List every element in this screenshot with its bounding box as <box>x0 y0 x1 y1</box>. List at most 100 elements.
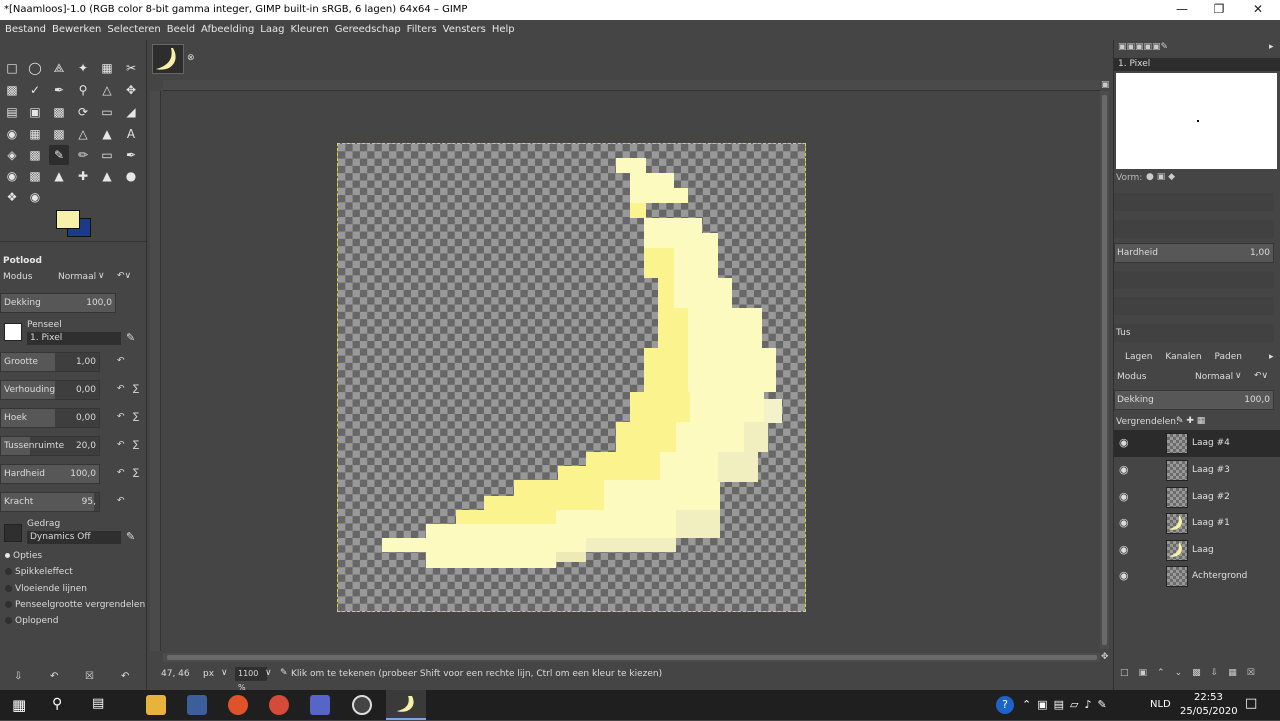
panel-menu-icon[interactable]: ▸ <box>1269 42 1274 52</box>
layers-panel-menu-icon[interactable]: ▸ <box>1269 352 1274 362</box>
app-icon[interactable] <box>228 695 248 715</box>
obs-icon[interactable] <box>352 695 372 715</box>
clone-icon[interactable]: ▲ <box>49 166 69 186</box>
visibility-eye-icon[interactable]: ◉ <box>1119 569 1133 583</box>
ellipse-select-icon[interactable]: ◯ <box>25 58 45 78</box>
visibility-eye-icon[interactable]: ◉ <box>1119 436 1133 450</box>
windows-start-icon[interactable]: ▦ <box>12 696 26 714</box>
link-spacing-icon[interactable]: ∑ <box>133 440 139 450</box>
visibility-eye-icon[interactable]: ◉ <box>1119 543 1133 557</box>
navigate-icon[interactable]: ✥ <box>1101 652 1109 662</box>
force-slider[interactable]: Kracht 95, <box>0 492 100 512</box>
menu-beeld[interactable]: Beeld <box>164 20 198 39</box>
bucket-fill-icon[interactable]: ▲ <box>97 124 117 144</box>
rotate-icon[interactable]: ⟳ <box>73 102 93 122</box>
menu-kleuren[interactable]: Kleuren <box>287 20 331 39</box>
brush-preview[interactable] <box>4 323 22 341</box>
visibility-eye-icon[interactable]: ◉ <box>1119 490 1133 504</box>
layer-row[interactable]: ◉ Laag #1 <box>1114 510 1280 537</box>
ratio-slider[interactable]: Verhouding 0,00 <box>0 380 100 400</box>
clock-date[interactable]: 25/05/2020 <box>1180 706 1238 717</box>
color-picker-icon[interactable]: ✒ <box>49 80 69 100</box>
mask-layer-icon[interactable]: ▦ <box>1228 668 1247 678</box>
reset-hardness-icon[interactable]: ↶ <box>117 468 125 478</box>
unified-transform-icon[interactable]: ▩ <box>49 102 69 122</box>
perspective-icon[interactable]: ◢ <box>121 102 141 122</box>
layer-row[interactable]: ◉ Achtergrond <box>1114 563 1280 590</box>
maximize-icon[interactable]: ❐ <box>1201 0 1237 20</box>
menu-bestand[interactable]: Bestand <box>2 20 49 39</box>
spacing-slider[interactable]: Tussenruimte 20,0 <box>0 436 100 456</box>
tray-icons[interactable]: ⌃▣▤▱♪✎ <box>1022 698 1113 711</box>
tab-paden[interactable]: Paden <box>1214 352 1242 362</box>
brush-name-field[interactable]: 1. Pixel <box>27 332 121 345</box>
chrome-icon[interactable] <box>269 695 289 715</box>
check-oplopend[interactable]: Oplopend <box>5 616 58 626</box>
tab-lagen[interactable]: Lagen <box>1125 352 1152 362</box>
task-view-icon[interactable]: ▤ <box>92 696 104 711</box>
link-angle-icon[interactable]: ∑ <box>133 412 139 422</box>
measure-icon[interactable]: △ <box>97 80 117 100</box>
delete-layer-icon[interactable]: ☒ <box>1247 668 1265 678</box>
paintbrush-icon[interactable]: ✏ <box>73 145 93 165</box>
save-options-icon[interactable]: ⇩ <box>14 671 22 682</box>
move-icon[interactable]: ✥ <box>121 80 141 100</box>
lower-layer-icon[interactable]: ⌄ <box>1175 668 1193 678</box>
size-slider[interactable]: Grootte 1,00 <box>0 352 100 372</box>
blur-icon[interactable]: ▲ <box>97 166 117 186</box>
zoom-icon[interactable]: ⚲ <box>73 80 93 100</box>
help-tray-icon[interactable]: ? <box>996 696 1014 714</box>
flip-icon[interactable]: △ <box>73 124 93 144</box>
edit-dynamics-icon[interactable]: ✎ <box>126 530 135 543</box>
link-hardness-icon[interactable]: ∑ <box>133 468 139 478</box>
new-layer-icon[interactable]: □ <box>1120 668 1139 678</box>
raise-layer-icon[interactable]: ⌃ <box>1157 668 1175 678</box>
unit-select[interactable]: px <box>203 669 214 679</box>
menu-vensters[interactable]: Vensters <box>440 20 489 39</box>
check-penseelgrootte[interactable]: Penseelgrootte vergrendelen <box>5 600 145 610</box>
smudge-icon[interactable]: ● <box>121 166 141 186</box>
layer-mode-reset-icon[interactable]: ↶∨ <box>1254 371 1268 381</box>
fuzzy-select-icon[interactable]: ✦ <box>73 58 93 78</box>
rect-select-icon[interactable]: □ <box>2 58 22 78</box>
anchor-layer-icon[interactable]: ⇩ <box>1211 668 1229 678</box>
gradient-icon[interactable]: ▩ <box>25 145 45 165</box>
visibility-eye-icon[interactable]: ◉ <box>1119 516 1133 530</box>
angle-slider[interactable]: Hoek 0,00 <box>0 408 100 428</box>
opacity-slider[interactable]: Dekking 100,0 <box>0 293 116 313</box>
menu-filters[interactable]: Filters <box>404 20 440 39</box>
reset-icon[interactable]: ↶∨ <box>117 271 131 281</box>
clock-time[interactable]: 22:53 <box>1194 692 1223 703</box>
tab-kanalen[interactable]: Kanalen <box>1165 352 1201 362</box>
layer-row[interactable]: ◉ Laag #2 <box>1114 484 1280 511</box>
zoom-select[interactable]: 1100 % <box>235 667 267 692</box>
check-opties[interactable]: Opties <box>5 551 42 561</box>
reset-force-icon[interactable]: ↶ <box>117 496 125 506</box>
hardness-slider[interactable]: Hardheid 100,0 <box>0 464 100 484</box>
crop-icon[interactable]: ▣ <box>25 102 45 122</box>
dynamics-preview[interactable] <box>4 524 22 542</box>
reset-ratio-icon[interactable]: ↶ <box>117 384 125 394</box>
cage-icon[interactable]: ▦ <box>25 124 45 144</box>
paths-icon[interactable]: ✓ <box>25 80 45 100</box>
dodge-icon[interactable]: ❖ <box>2 187 22 207</box>
foreground-select-icon[interactable]: ▩ <box>2 80 22 100</box>
layer-opacity-slider[interactable]: Dekking 100,0 <box>1114 390 1274 410</box>
menu-help[interactable]: Help <box>489 20 518 39</box>
horizontal-scrollbar[interactable] <box>163 653 1100 662</box>
eraser-icon[interactable]: ▭ <box>97 145 117 165</box>
store-icon[interactable] <box>187 695 207 715</box>
dynamics-field[interactable]: Dynamics Off <box>27 531 121 544</box>
airbrush-icon[interactable]: ✒ <box>121 145 141 165</box>
menu-bewerken[interactable]: Bewerken <box>49 20 104 39</box>
menu-selecteren[interactable]: Selecteren <box>104 20 163 39</box>
layer-row[interactable]: ◉ Laag #4 <box>1114 430 1280 457</box>
visibility-eye-icon[interactable]: ◉ <box>1119 463 1133 477</box>
quick-mask-icon[interactable]: ▣ <box>1101 80 1110 90</box>
mode-select[interactable]: Normaal <box>58 272 96 282</box>
menu-gereedschap[interactable]: Gereedschap <box>332 20 404 39</box>
vertical-scrollbar[interactable] <box>1100 91 1109 649</box>
minimize-icon[interactable]: — <box>1164 0 1200 20</box>
search-icon[interactable]: ⚲ <box>52 696 62 712</box>
ink-icon[interactable]: ◉ <box>2 166 22 186</box>
